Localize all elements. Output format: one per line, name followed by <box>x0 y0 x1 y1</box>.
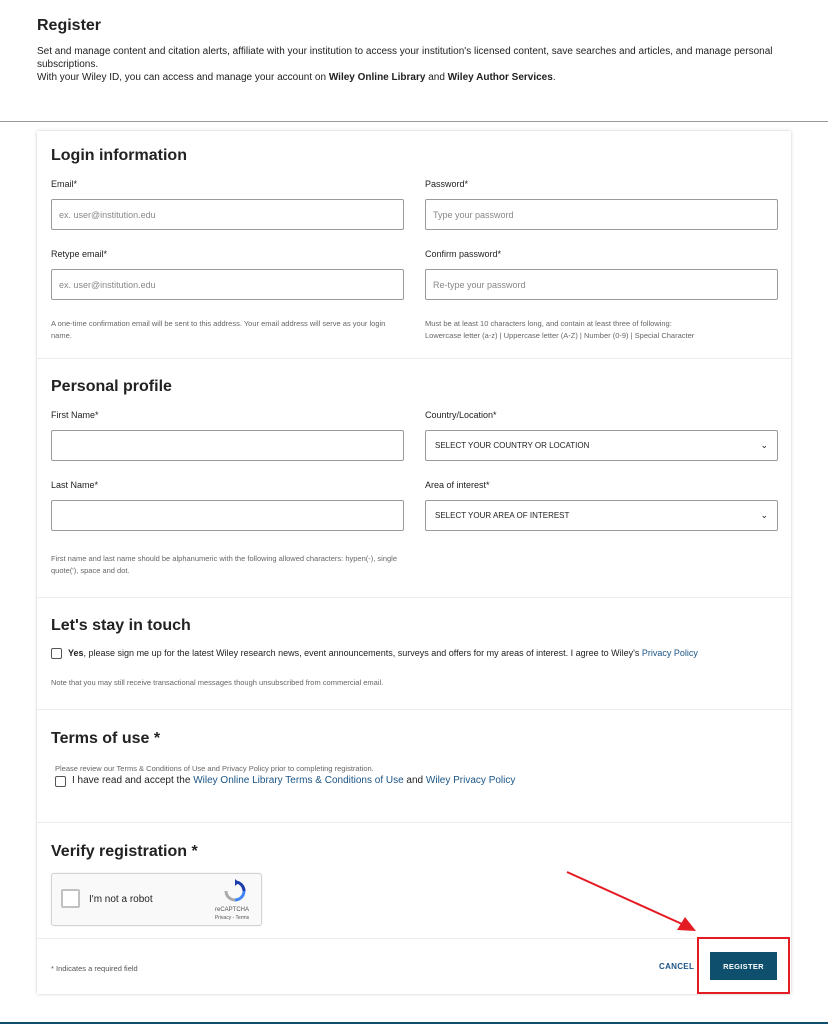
terms-accept-checkbox[interactable] <box>55 776 66 787</box>
unsubscribe-note: Note that you may still receive transact… <box>51 678 384 687</box>
wiley-author-services-text: Wiley Author Services <box>447 72 553 83</box>
touch-section-title: Let's stay in touch <box>51 617 191 634</box>
country-selected-value: SELECT YOUR COUNTRY OR LOCATION <box>435 441 590 450</box>
confirm-password-field[interactable]: Re-type your password <box>425 269 778 300</box>
annotation-arrow-icon <box>566 871 696 931</box>
newsletter-optin-label: Yes, please sign me up for the latest Wi… <box>68 648 698 658</box>
first-name-label: First Name* <box>51 410 99 420</box>
last-name-label: Last Name* <box>51 480 99 490</box>
section-divider <box>37 597 791 598</box>
intro-line-2: With your Wiley ID, you can access and m… <box>37 72 556 83</box>
terms-accept-label: I have read and accept the Wiley Online … <box>72 775 516 786</box>
terms-review-text: Please review our Terms & Conditions of … <box>55 764 374 773</box>
recaptcha-logo-icon <box>224 879 246 902</box>
section-divider <box>37 709 791 710</box>
intro-line-1: Set and manage content and citation aler… <box>37 46 773 70</box>
wiley-privacy-policy-link[interactable]: Wiley Privacy Policy <box>426 775 515 786</box>
intro-text: Set and manage content and citation aler… <box>37 45 777 84</box>
email-label: Email* <box>51 179 78 189</box>
password-field[interactable]: Type your password <box>425 199 778 230</box>
password-label: Password* <box>425 179 469 189</box>
register-highlight-box <box>697 937 790 994</box>
name-hint: First name and last name should be alpha… <box>51 554 398 575</box>
terms-conditions-link[interactable]: Wiley Online Library Terms & Conditions … <box>193 775 403 786</box>
section-divider <box>37 938 791 939</box>
interest-label: Area of interest* <box>425 480 490 490</box>
retype-email-field[interactable]: ex. user@institution.edu <box>51 269 404 300</box>
first-name-field[interactable] <box>51 430 404 461</box>
login-section-title: Login information <box>51 147 187 164</box>
interest-selected-value: SELECT YOUR AREA OF INTEREST <box>435 511 570 520</box>
password-hint: Must be at least 10 characters long, and… <box>425 319 695 340</box>
country-label: Country/Location* <box>425 410 497 420</box>
profile-section-title: Personal profile <box>51 378 172 395</box>
header-divider <box>0 121 828 122</box>
confirm-password-label: Confirm password* <box>425 249 502 259</box>
newsletter-optin-checkbox[interactable] <box>51 648 62 659</box>
recaptcha-checkbox[interactable] <box>61 889 80 908</box>
cancel-button[interactable]: CANCEL <box>659 962 694 971</box>
required-field-note: * Indicates a required field <box>51 964 138 973</box>
wiley-online-library-text: Wiley Online Library <box>328 72 426 83</box>
recaptcha-privacy-terms[interactable]: Privacy - Terms <box>202 915 262 921</box>
interest-select[interactable]: SELECT YOUR AREA OF INTEREST ⌄ <box>425 500 778 531</box>
section-divider <box>37 822 791 823</box>
email-field[interactable]: ex. user@institution.edu <box>51 199 404 230</box>
page-title: Register <box>37 17 102 34</box>
chevron-down-icon: ⌄ <box>760 440 768 450</box>
recaptcha-widget: I'm not a robot reCAPTCHA Privacy - Term… <box>51 873 262 926</box>
recaptcha-brand: reCAPTCHA <box>214 907 249 913</box>
section-divider <box>37 358 791 359</box>
chevron-down-icon: ⌄ <box>760 510 768 520</box>
last-name-field[interactable] <box>51 500 404 531</box>
verify-section-title: Verify registration * <box>51 843 198 860</box>
country-select[interactable]: SELECT YOUR COUNTRY OR LOCATION ⌄ <box>425 430 778 461</box>
terms-section-title: Terms of use * <box>51 730 161 747</box>
email-hint: A one-time confirmation email will be se… <box>51 319 386 340</box>
privacy-policy-link[interactable]: Privacy Policy <box>642 648 698 658</box>
retype-email-label: Retype email* <box>51 249 108 259</box>
recaptcha-label: I'm not a robot <box>89 894 153 905</box>
